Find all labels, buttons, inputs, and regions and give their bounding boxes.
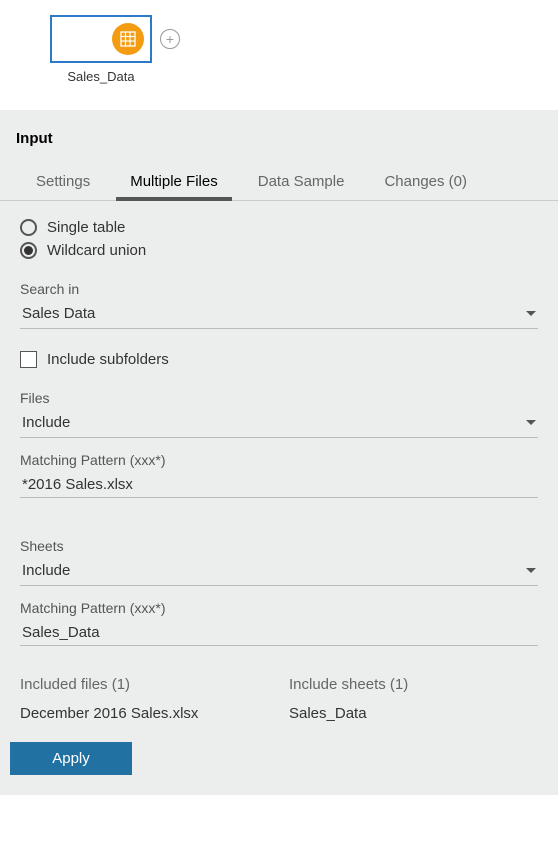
chevron-down-icon — [526, 420, 536, 425]
tab-changes[interactable]: Changes (0) — [364, 165, 487, 200]
files-pattern-label: Matching Pattern (xxx*) — [20, 452, 538, 468]
included-file-item: December 2016 Sales.xlsx — [20, 705, 269, 722]
data-source-icon — [112, 23, 144, 55]
radio-wildcard-union[interactable]: Wildcard union — [20, 242, 538, 259]
node-box[interactable] — [50, 15, 152, 63]
select-value: Include — [22, 414, 70, 431]
files-select[interactable]: Include — [20, 412, 538, 438]
tab-settings[interactable]: Settings — [16, 165, 110, 200]
tab-multiple-files[interactable]: Multiple Files — [110, 165, 238, 200]
sheets-label: Sheets — [20, 538, 538, 554]
chevron-down-icon — [526, 311, 536, 316]
add-step-button[interactable]: + — [160, 29, 180, 49]
files-label: Files — [20, 390, 538, 406]
results-section: Included files (1) December 2016 Sales.x… — [0, 646, 558, 742]
select-value: Sales Data — [22, 305, 95, 322]
apply-button[interactable]: Apply — [10, 742, 132, 775]
input-panel: Input Settings Multiple Files Data Sampl… — [0, 110, 558, 795]
radio-label: Single table — [47, 219, 125, 236]
checkbox-label: Include subfolders — [47, 351, 169, 368]
panel-title: Input — [0, 130, 558, 165]
sheets-pattern-label: Matching Pattern (xxx*) — [20, 600, 538, 616]
select-value: Include — [22, 562, 70, 579]
include-subfolders-checkbox[interactable]: Include subfolders — [20, 351, 538, 368]
included-files-header: Included files (1) — [20, 676, 269, 693]
radio-single-table[interactable]: Single table — [20, 219, 538, 236]
radio-label: Wildcard union — [47, 242, 146, 259]
checkbox-icon — [20, 351, 37, 368]
chevron-down-icon — [526, 568, 536, 573]
radio-icon — [20, 219, 37, 236]
tab-data-sample[interactable]: Data Sample — [238, 165, 365, 200]
sheets-select[interactable]: Include — [20, 560, 538, 586]
search-in-select[interactable]: Sales Data — [20, 303, 538, 329]
files-pattern-input[interactable] — [22, 476, 536, 493]
flow-node[interactable]: Sales_Data — [50, 15, 152, 84]
sheets-pattern-input[interactable] — [22, 624, 536, 641]
tab-bar: Settings Multiple Files Data Sample Chan… — [0, 165, 558, 201]
node-label: Sales_Data — [67, 69, 134, 84]
flow-canvas: Sales_Data + — [0, 0, 558, 110]
search-in-label: Search in — [20, 281, 538, 297]
include-sheets-header: Include sheets (1) — [289, 676, 538, 693]
included-sheet-item: Sales_Data — [289, 705, 538, 722]
radio-icon — [20, 242, 37, 259]
